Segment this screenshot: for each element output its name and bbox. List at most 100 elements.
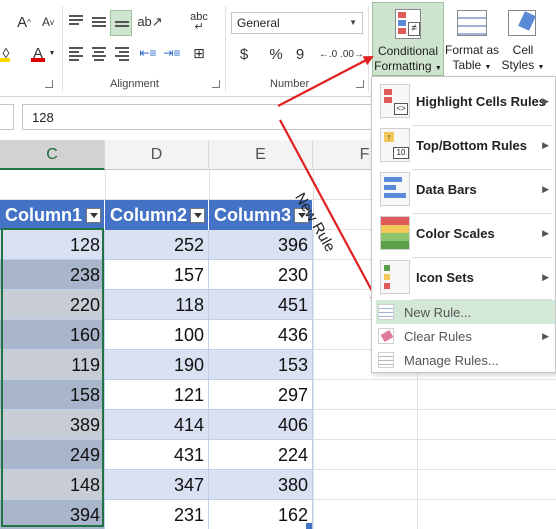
increase-font-icon[interactable]: A ^ [14,12,34,32]
column-header-d[interactable]: D [105,140,209,170]
decrease-indent-icon[interactable]: ⇤≡ [138,44,158,62]
submenu-arrow-icon: ▶ [542,330,549,341]
conditional-formatting-button[interactable]: ≠ Conditional Formatting ▼ [372,2,444,76]
cell-styles-icon [508,10,536,36]
data-bars-icon [380,172,410,206]
increase-indent-icon[interactable]: ⇥≡ [162,44,182,62]
fill-color-icon[interactable]: ◊ [0,42,12,64]
table-cell[interactable]: 431 [105,440,209,470]
submenu-arrow-icon: ▶ [542,271,549,282]
conditional-formatting-icon: ≠ [395,9,421,39]
align-center-icon[interactable] [92,47,106,61]
orientation-icon[interactable]: ab↗ [137,12,162,32]
table-cell[interactable]: 128 [0,230,105,260]
menu-item-icon-sets[interactable]: Icon Sets ▶ [376,255,555,299]
color-scales-icon [380,216,410,250]
alignment-group-label: Alignment [110,78,159,90]
table-cell[interactable]: 436 [209,320,313,350]
alignment-group-launcher-icon[interactable] [212,80,220,88]
table-cell[interactable]: 160 [0,320,105,350]
table-cell[interactable]: 252 [105,230,209,260]
comma-style-icon[interactable]: 9 [292,44,308,64]
table-cell[interactable]: 231 [105,500,209,529]
table-cell[interactable]: 153 [209,350,313,380]
column-header-e[interactable]: E [209,140,313,170]
menu-item-data-bars[interactable]: Data Bars ▶ [376,167,555,211]
submenu-arrow-icon: ▶ [542,95,549,106]
manage-rules-icon [378,352,394,368]
menu-item-manage-rules[interactable]: Manage Rules... [376,348,555,372]
percent-style-icon[interactable]: % [266,44,286,64]
table-cell[interactable]: 230 [209,260,313,290]
table-cell[interactable]: 157 [105,260,209,290]
ribbon-separator [225,6,226,92]
align-bottom-icon[interactable] [110,10,132,36]
icon-sets-icon [380,260,410,294]
table-cell[interactable]: 389 [0,410,105,440]
align-right-icon[interactable] [115,47,129,61]
table-cell[interactable]: 118 [105,290,209,320]
submenu-arrow-icon: ▶ [542,183,549,194]
highlight-cells-icon: <> [380,84,410,118]
chevron-down-icon: ▼ [484,64,492,71]
format-as-table-button[interactable]: Format as Table ▼ [445,2,499,76]
ribbon-separator [368,6,369,92]
table-cell[interactable]: 224 [209,440,313,470]
table-cell[interactable]: 394 [0,500,105,529]
menu-item-top-bottom-rules[interactable]: ↑ 10 Top/Bottom Rules ▶ [376,123,555,167]
decrease-decimal-icon[interactable]: .00→ [340,44,364,64]
table-cell[interactable]: 380 [209,470,313,500]
table-cell[interactable]: 162 [209,500,313,529]
cell-styles-button[interactable]: Cell Styles ▼ [500,2,546,76]
table-cell[interactable]: 121 [105,380,209,410]
chevron-down-icon: ▼ [537,64,545,71]
menu-item-color-scales[interactable]: Color Scales ▶ [376,211,555,255]
table-cell[interactable]: 148 [0,470,105,500]
top-bottom-icon: ↑ 10 [380,128,410,162]
font-color-icon[interactable]: A [28,42,48,64]
table-cell[interactable]: 190 [105,350,209,380]
format-as-table-icon [457,10,487,36]
menu-item-new-rule[interactable]: New Rule... [376,300,555,324]
table-cell[interactable]: 347 [105,470,209,500]
table-cell[interactable]: 220 [0,290,105,320]
align-left-icon[interactable] [69,47,83,61]
conditional-formatting-menu: <> Highlight Cells Rules ▶ ↑ 10 Top/Bott… [371,76,556,373]
table-resize-handle[interactable] [306,523,312,529]
table-cell[interactable]: 119 [0,350,105,380]
table-cell[interactable]: 100 [105,320,209,350]
table-header-column1[interactable]: Column1 [0,200,105,230]
column-header-c[interactable]: C [0,140,105,170]
table-cell[interactable]: 238 [0,260,105,290]
filter-dropdown-icon[interactable] [190,208,205,223]
align-top-icon[interactable] [69,15,83,27]
font-group-launcher-icon[interactable] [45,80,53,88]
submenu-arrow-icon: ▶ [542,227,549,238]
name-box-edge[interactable] [0,104,14,130]
align-middle-icon[interactable] [92,17,106,29]
number-format-dropdown[interactable]: General ▼ [231,12,363,34]
filter-dropdown-icon[interactable] [86,208,101,223]
decrease-font-icon[interactable]: Av [38,12,58,32]
new-rule-icon [378,304,394,320]
table-cell[interactable]: 414 [105,410,209,440]
number-group-launcher-icon[interactable] [356,80,364,88]
table-cell[interactable]: 406 [209,410,313,440]
currency-format-icon[interactable]: $ [234,44,254,64]
chevron-down-icon: ▼ [434,65,442,72]
menu-item-clear-rules[interactable]: Clear Rules ▶ [376,324,555,348]
table-cell[interactable]: 396 [209,230,313,260]
increase-decimal-icon[interactable]: ←.0 [318,44,338,64]
chevron-down-icon: ▼ [349,18,357,27]
merge-center-icon[interactable]: ⊞ [188,44,210,62]
submenu-arrow-icon: ▶ [542,139,549,150]
table-cell[interactable]: 158 [0,380,105,410]
menu-item-highlight-cells-rules[interactable]: <> Highlight Cells Rules ▶ [376,79,555,123]
table-cell[interactable]: 451 [209,290,313,320]
table-header-column2[interactable]: Column2 [105,200,209,230]
wrap-text-icon[interactable]: abc ↵ [188,10,210,34]
table-cell[interactable]: 297 [209,380,313,410]
font-color-dropdown-icon[interactable]: ▼ [48,48,56,58]
ribbon-separator [62,6,63,92]
table-cell[interactable]: 249 [0,440,105,470]
